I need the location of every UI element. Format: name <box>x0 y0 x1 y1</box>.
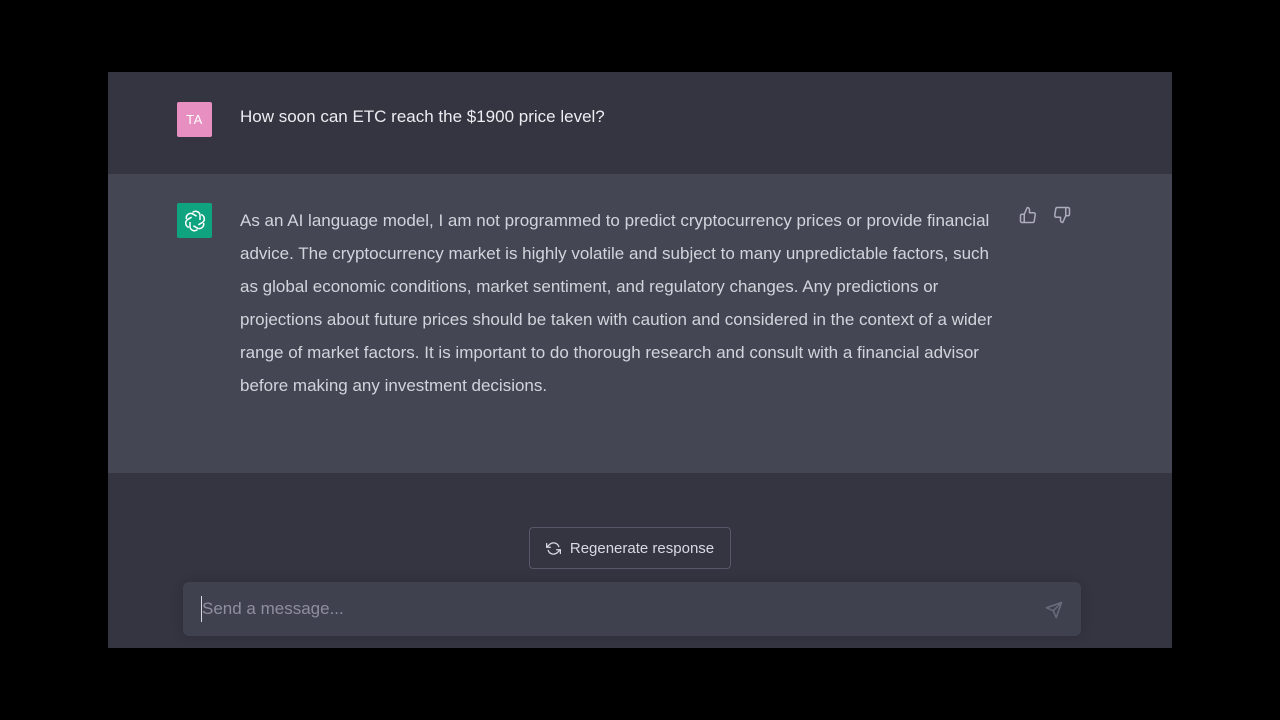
thumbs-up-icon <box>1019 206 1036 224</box>
openai-logo-icon <box>184 210 205 231</box>
regenerate-response-button[interactable]: Regenerate response <box>529 527 731 569</box>
send-icon <box>1045 601 1063 619</box>
thumbs-up-button[interactable] <box>1018 205 1038 225</box>
message-input[interactable] <box>201 596 1022 622</box>
assistant-message-row: As an AI language model, I am not progra… <box>108 174 1172 473</box>
user-avatar: TA <box>177 102 212 137</box>
assistant-avatar <box>177 203 212 238</box>
message-composer <box>183 582 1081 636</box>
feedback-buttons <box>1018 205 1072 225</box>
thumbs-down-button[interactable] <box>1052 205 1072 225</box>
user-message-row: TA How soon can ETC reach the $1900 pric… <box>108 72 1172 174</box>
send-button[interactable] <box>1043 599 1065 621</box>
thumbs-down-icon <box>1054 206 1071 224</box>
user-message-text: How soon can ETC reach the $1900 price l… <box>240 107 605 126</box>
assistant-message-text: As an AI language model, I am not progra… <box>240 211 993 395</box>
refresh-icon <box>545 541 561 555</box>
regenerate-label: Regenerate response <box>569 539 715 557</box>
chat-window: TA How soon can ETC reach the $1900 pric… <box>108 72 1172 648</box>
